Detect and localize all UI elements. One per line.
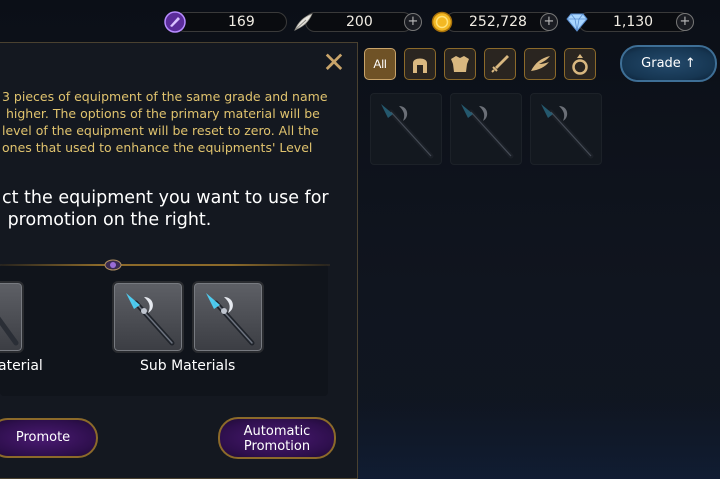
spear-icon <box>126 293 175 346</box>
armor-icon <box>451 56 469 72</box>
currency-value: 252,728 <box>469 14 527 30</box>
promote-button[interactable]: Promote <box>0 418 98 458</box>
spear-icon <box>461 104 514 159</box>
currency-value: 1,130 <box>613 14 654 30</box>
helmet-icon <box>413 58 427 73</box>
spear-icon <box>0 316 19 346</box>
add-gold-button[interactable]: + <box>540 13 558 31</box>
automatic-promotion-button[interactable]: Automatic Promotion <box>218 417 336 459</box>
inventory-item[interactable] <box>530 93 602 165</box>
currency-gold: 252,728 <box>445 12 555 32</box>
feather-icon <box>292 11 314 33</box>
purple-gem-icon <box>164 11 186 33</box>
filter-ring-tab[interactable] <box>564 48 596 80</box>
ring-icon <box>572 54 588 75</box>
spear-icon <box>381 104 434 159</box>
currency-value: 169 <box>228 14 255 30</box>
close-button[interactable]: ✕ <box>322 49 346 77</box>
sword-icon <box>491 55 509 73</box>
promotion-description: 3 pieces of equipment of the same grade … <box>2 89 328 155</box>
filter-helmet-tab[interactable] <box>404 48 436 80</box>
filter-wing-tab[interactable] <box>524 48 556 80</box>
spear-icon <box>206 293 255 346</box>
currency-diamond: 1,130 <box>578 12 690 32</box>
spear-icon <box>541 104 594 159</box>
sub-material-slot-1[interactable] <box>112 281 184 353</box>
sub-material-slot-2[interactable] <box>192 281 264 353</box>
currency-feather: 200 <box>305 12 413 32</box>
currency-purple-gem: 169 <box>175 12 287 32</box>
sort-grade-button[interactable]: Grade ↑ <box>620 45 717 82</box>
filter-weapon-tab[interactable] <box>484 48 516 80</box>
promotion-screen: 169 200 + 252,728 + 1,130 + ✕ 3 pieces o… <box>0 0 720 479</box>
gold-coin-icon <box>431 11 453 33</box>
main-material-slot[interactable] <box>0 281 24 353</box>
diamond-icon <box>565 11 588 33</box>
currency-bar: 169 200 + 252,728 + 1,130 + <box>0 0 720 42</box>
add-diamond-button[interactable]: + <box>676 13 694 31</box>
sub-materials-label: Sub Materials <box>140 358 236 374</box>
bottom-glow <box>358 400 720 479</box>
filter-all-tab[interactable]: All <box>364 48 396 80</box>
inventory-item[interactable] <box>370 93 442 165</box>
filter-armor-tab[interactable] <box>444 48 476 80</box>
currency-value: 200 <box>346 14 373 30</box>
inventory-item[interactable] <box>450 93 522 165</box>
wing-icon <box>531 56 550 71</box>
ornamental-divider <box>0 264 330 266</box>
main-material-label: aterial <box>0 358 43 374</box>
divider-gem-icon <box>104 258 122 272</box>
filter-all-label: All <box>373 57 387 71</box>
add-feather-button[interactable]: + <box>404 13 422 31</box>
promotion-instruction: ct the equipment you want to use for pro… <box>2 188 329 230</box>
